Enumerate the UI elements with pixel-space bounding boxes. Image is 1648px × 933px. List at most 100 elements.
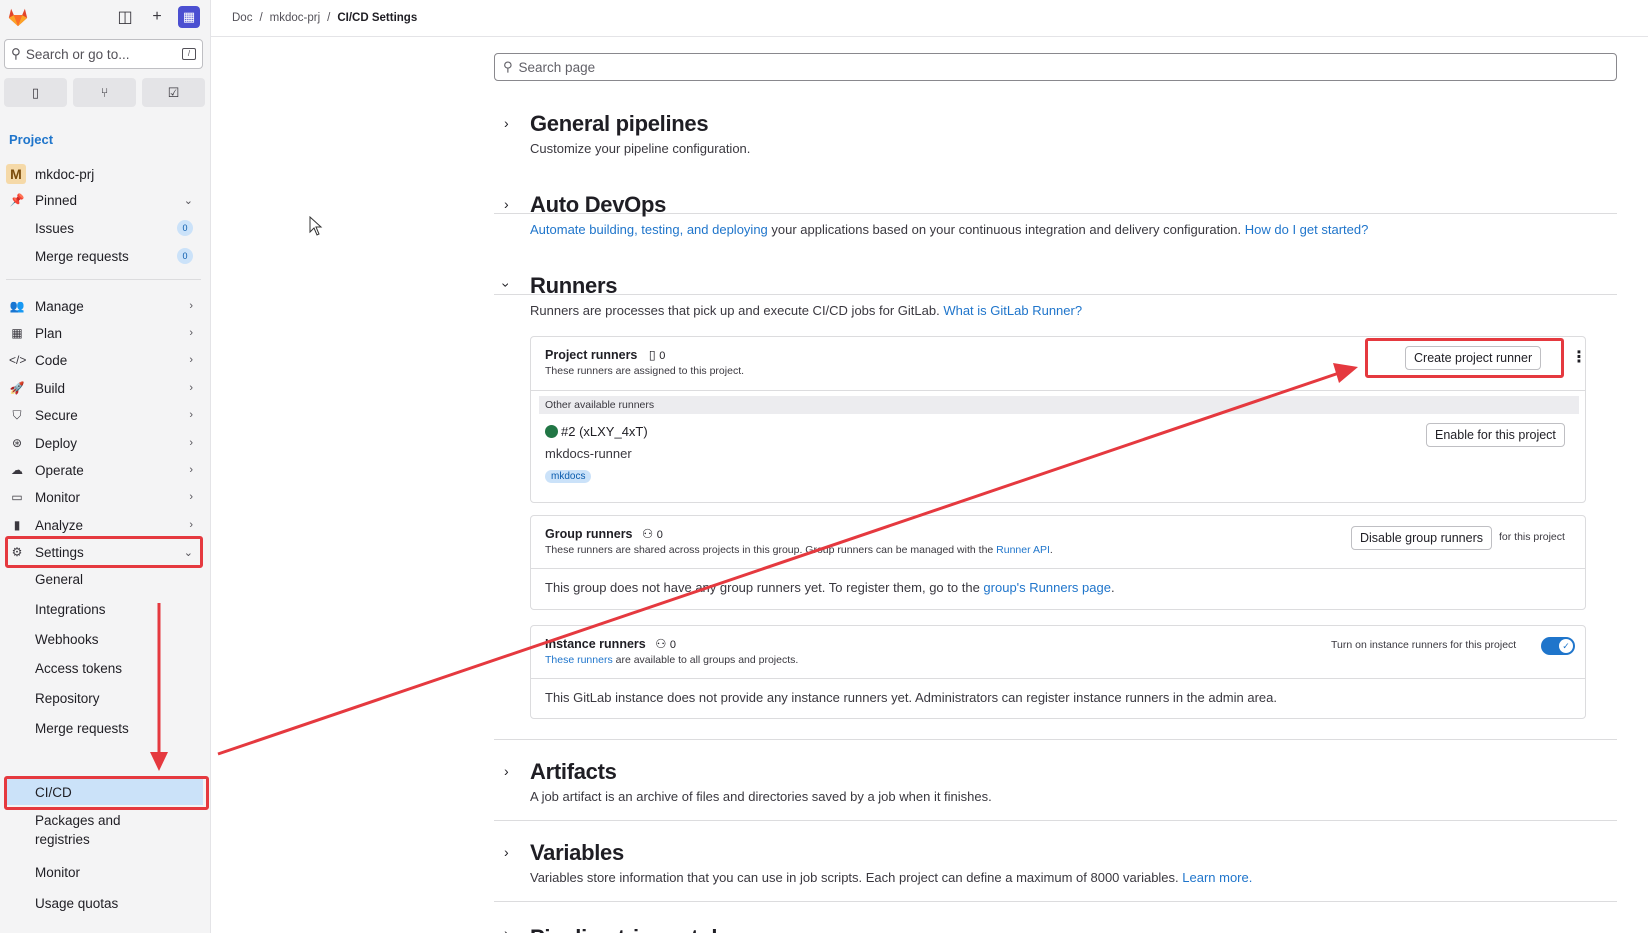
runner-api-link[interactable]: Runner API — [996, 544, 1050, 556]
empty-state-text: This GitLab instance does not provide an… — [545, 690, 1277, 705]
chevron-right-icon: › — [189, 519, 193, 531]
runner-row[interactable]: #2 (xLXY_4xT) — [545, 424, 648, 439]
auto-devops-link[interactable]: Automate building, testing, and deployin… — [530, 222, 768, 237]
settings-item-general[interactable]: General — [6, 566, 203, 592]
chevron-right-icon: › — [189, 491, 193, 503]
chevron-down-icon[interactable]: › — [498, 283, 514, 288]
settings-item-integrations[interactable]: Integrations — [6, 596, 203, 622]
breadcrumb-doc[interactable]: Doc — [232, 12, 252, 24]
section-title[interactable]: Variables — [530, 840, 624, 866]
enable-runner-button[interactable]: Enable for this project — [1426, 423, 1565, 447]
code-icon: </> — [9, 353, 27, 367]
group-runners-page-link[interactable]: group's Runners page — [983, 580, 1111, 595]
get-started-link[interactable]: How do I get started? — [1245, 222, 1369, 237]
sidebar-toggle-icon[interactable]: ◫ — [114, 6, 136, 28]
learn-more-link[interactable]: Learn more. — [1182, 870, 1252, 885]
section-variables: › Variables Variables store information … — [494, 840, 1617, 921]
card-subtitle: These runners are shared across projects… — [545, 544, 1053, 556]
merge-requests-quick-icon[interactable]: ⑂ — [73, 78, 136, 107]
disable-group-runners-button[interactable]: Disable group runners — [1351, 526, 1492, 550]
mouse-cursor-icon — [309, 216, 323, 236]
chevron-right-icon: › — [189, 382, 193, 394]
todo-quick-icon[interactable]: ☑ — [142, 78, 205, 107]
runner-count: 0 — [659, 350, 666, 362]
pin-icon: 📌 — [9, 193, 25, 207]
chevron-right-icon: › — [189, 437, 193, 449]
gitlab-logo-icon[interactable] — [7, 6, 29, 28]
settings-item-merge-requests[interactable]: Merge requests — [6, 715, 203, 741]
section-title[interactable]: Artifacts — [530, 759, 617, 785]
sidebar-item-manage[interactable]: 👥 Manage › — [6, 293, 203, 319]
instance-runners-toggle[interactable] — [1541, 637, 1575, 655]
section-title[interactable]: Auto DevOps — [530, 192, 666, 218]
instance-icon: ⚇ — [655, 637, 667, 651]
project-name: mkdoc-prj — [35, 166, 95, 182]
toggle-label: Turn on instance runners for this projec… — [1331, 639, 1517, 651]
section-title[interactable]: General pipelines — [530, 111, 709, 137]
sidebar-item-analyze[interactable]: ▮ Analyze › — [6, 512, 203, 538]
card-title: Group runners — [545, 527, 633, 541]
card-subtitle: These runners are available to all group… — [545, 654, 799, 666]
these-runners-link[interactable]: These runners — [545, 654, 613, 666]
card-title: Project runners — [545, 348, 638, 362]
sidebar-header: ◫ + ▦ — [0, 0, 210, 34]
plus-icon[interactable]: + — [146, 6, 168, 28]
issues-quick-icon[interactable]: ▯ — [4, 78, 67, 107]
runner-count: 0 — [656, 529, 663, 541]
section-title[interactable]: Runners — [530, 273, 617, 299]
sidebar-item-plan[interactable]: ▦ Plan › — [6, 320, 203, 346]
search-page-input[interactable]: ⚲ Search page — [494, 53, 1617, 81]
settings-item-packages[interactable]: Packages and registries — [6, 810, 203, 850]
chevron-right-icon[interactable]: › — [504, 844, 509, 860]
keyboard-shortcut-icon: / — [182, 48, 196, 60]
user-avatar[interactable]: ▦ — [178, 6, 200, 28]
sidebar-item-build[interactable]: 🚀 Build › — [6, 375, 203, 401]
for-project-label: for this project — [1499, 531, 1565, 543]
deploy-icon: ⊛ — [11, 436, 23, 450]
settings-item-webhooks[interactable]: Webhooks — [6, 626, 203, 652]
global-search[interactable]: ⚲ Search or go to... / — [4, 39, 203, 69]
sidebar-item-deploy[interactable]: ⊛ Deploy › — [6, 430, 203, 456]
users-icon: 👥 — [9, 299, 25, 313]
chevron-down-icon: ⌄ — [183, 194, 193, 207]
quick-actions: ▯ ⑂ ☑ — [4, 78, 205, 107]
settings-annotation-box — [5, 536, 203, 568]
sidebar-item-monitor[interactable]: ▭ Monitor › — [6, 484, 203, 510]
chevron-right-icon[interactable]: › — [504, 763, 509, 779]
count-badge: 0 — [177, 220, 193, 236]
cicd-annotation-box — [4, 776, 209, 810]
breadcrumb-current[interactable]: CI/CD Settings — [337, 12, 417, 24]
chart-icon: ▮ — [13, 518, 21, 532]
section-pipeline-trigger-tokens: › Pipeline trigger tokens — [494, 921, 1617, 933]
sidebar-item-pinned[interactable]: 📌 Pinned ⌄ — [6, 187, 203, 213]
sidebar-item-operate[interactable]: ☁ Operate › — [6, 457, 203, 483]
rocket-icon: 🚀 — [9, 381, 25, 395]
sidebar-item-merge-requests[interactable]: Merge requests 0 — [6, 243, 203, 269]
group-runners-card: Group runners ⚇ 0 These runners are shar… — [530, 515, 1586, 610]
chevron-right-icon: › — [189, 300, 193, 312]
chevron-right-icon[interactable]: › — [504, 115, 509, 131]
create-runner-annotation-box — [1365, 338, 1564, 378]
breadcrumb-project[interactable]: mkdoc-prj — [270, 12, 320, 24]
section-title[interactable]: Pipeline trigger tokens — [530, 925, 761, 933]
settings-item-access-tokens[interactable]: Access tokens — [6, 655, 203, 681]
sidebar-item-issues[interactable]: Issues 0 — [6, 215, 203, 241]
what-is-runner-link[interactable]: What is GitLab Runner? — [943, 303, 1082, 318]
sidebar-item-code[interactable]: </> Code › — [6, 347, 203, 373]
runner-tag: mkdocs — [545, 470, 592, 483]
sidebar-item-secure[interactable]: ⛉ Secure › — [6, 402, 203, 428]
more-actions-icon[interactable]: ⋮ — [1571, 347, 1587, 367]
breadcrumb: Doc / mkdoc-prj / CI/CD Settings — [211, 0, 1648, 37]
settings-item-monitor[interactable]: Monitor — [6, 859, 203, 885]
chevron-right-icon[interactable]: › — [504, 196, 509, 212]
group-icon: ⚇ — [642, 527, 654, 541]
settings-item-repository[interactable]: Repository — [6, 685, 203, 711]
chevron-right-icon[interactable]: › — [504, 925, 509, 933]
chevron-right-icon: › — [189, 327, 193, 339]
settings-item-usage-quotas[interactable]: Usage quotas — [6, 890, 203, 916]
project-avatar: M — [6, 164, 26, 184]
chevron-right-icon: › — [189, 409, 193, 421]
project-link[interactable]: M mkdoc-prj — [6, 164, 94, 184]
section-description: Runners are processes that pick up and e… — [530, 303, 1083, 318]
runner-count: 0 — [669, 639, 677, 651]
